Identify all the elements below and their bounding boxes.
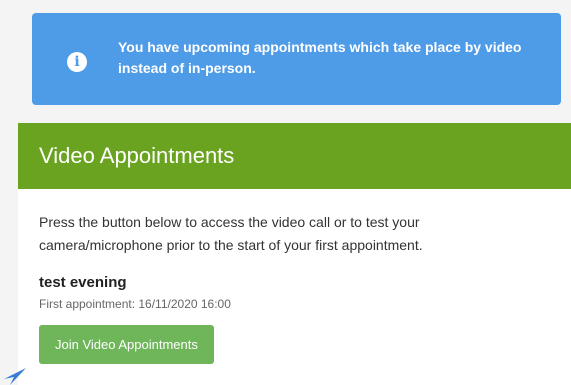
video-info-alert: i You have upcoming appointments which t…	[32, 13, 561, 105]
card-description: Press the button below to access the vid…	[39, 214, 423, 253]
mouse-cursor-icon	[4, 368, 26, 385]
card-title: Video Appointments	[18, 123, 571, 189]
join-video-appointments-button[interactable]: Join Video Appointments	[39, 325, 214, 364]
card-body: Press the button below to access the vid…	[18, 189, 571, 364]
alert-message: You have upcoming appointments which tak…	[118, 39, 522, 76]
first-appointment-time: First appointment: 16/11/2020 16:00	[39, 297, 231, 311]
page: i You have upcoming appointments which t…	[0, 0, 571, 385]
info-icon: i	[67, 52, 87, 72]
appointment-name: test evening	[39, 274, 127, 291]
video-appointments-card: Video Appointments Press the button belo…	[18, 123, 571, 385]
